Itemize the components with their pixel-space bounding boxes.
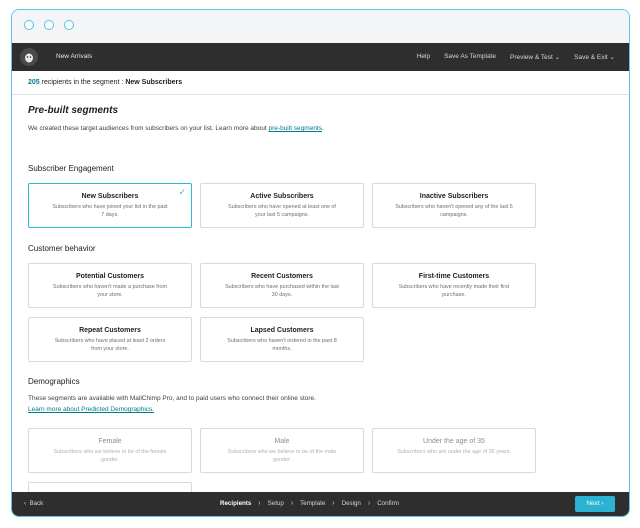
prebuilt-segments-link[interactable]: pre-built segments xyxy=(269,125,322,132)
segment-card-desc: Subscribers who have recently made their… xyxy=(398,284,510,298)
segment-card-desc: Subscribers who are under the age of 35 … xyxy=(397,449,511,455)
segment-card-new-subscribers[interactable]: ✓ New Subscribers Subscribers who have j… xyxy=(28,183,192,228)
step-design[interactable]: Design xyxy=(342,500,361,507)
demographics-intro-text: These segments are available with MailCh… xyxy=(28,393,328,415)
next-label: Next xyxy=(586,500,600,507)
prebuilt-intro-body: We created these target audiences from s… xyxy=(28,125,267,132)
step-confirm[interactable]: Confirm xyxy=(377,500,399,507)
save-exit-dropdown[interactable]: Save & Exit ⌄ xyxy=(574,53,615,61)
prebuilt-segments-heading: Pre-built segments xyxy=(28,105,119,116)
nav-actions: Help Save As Template Preview & Test ⌄ S… xyxy=(417,53,615,61)
recipient-summary-bar: 205 recipients in the segment : New Subs… xyxy=(12,71,629,95)
bottom-step-bar: ‹ Back Recipients › Setup › Template › D… xyxy=(12,492,629,516)
help-link[interactable]: Help xyxy=(417,53,430,61)
segment-card-title: Inactive Subscribers xyxy=(419,193,489,200)
window-close-dot[interactable] xyxy=(24,20,34,30)
segment-card-potential-customers[interactable]: Potential Customers Subscribers who have… xyxy=(28,263,192,308)
segment-card-title: Recent Customers xyxy=(251,273,313,280)
segment-card-active-subscribers[interactable]: Active Subscribers Subscribers who have … xyxy=(200,183,364,228)
step-template[interactable]: Template xyxy=(300,500,325,507)
segment-card-repeat-customers[interactable]: Repeat Customers Subscribers who have pl… xyxy=(28,317,192,362)
main-content: Pre-built segments We created these targ… xyxy=(28,105,588,496)
save-exit-label: Save & Exit xyxy=(574,54,608,61)
segment-card-inactive-subscribers[interactable]: Inactive Subscribers Subscribers who hav… xyxy=(372,183,536,228)
save-as-template-button[interactable]: Save As Template xyxy=(444,53,496,61)
prebuilt-intro-text: We created these target audiences from s… xyxy=(28,125,324,132)
prebuilt-intro-end: . xyxy=(322,125,324,132)
segment-card-desc: Subscribers who haven't made a purchase … xyxy=(53,284,167,298)
back-label: Back xyxy=(29,500,44,507)
segment-card-desc: Subscribers who we believe to be of the … xyxy=(227,449,337,463)
chevron-right-icon: › xyxy=(601,500,604,507)
segment-card-female: Female Subscribers who we believe to be … xyxy=(28,428,192,473)
chevron-left-icon: ‹ xyxy=(24,500,27,507)
next-button[interactable]: Next › xyxy=(575,496,615,512)
segment-card-title: Potential Customers xyxy=(75,273,145,280)
chevron-right-icon: › xyxy=(258,500,261,507)
segment-card-title: Repeat Customers xyxy=(79,327,141,334)
campaign-steps: Recipients › Setup › Template › Design ›… xyxy=(220,500,399,507)
segment-card-title: Lapsed Customers xyxy=(250,327,314,334)
segment-card-title: Female xyxy=(98,438,122,445)
segment-card-desc: Subscribers who have placed at least 2 o… xyxy=(54,338,166,352)
demographics-intro-body: These segments are available with MailCh… xyxy=(28,395,316,402)
chevron-down-icon: ⌄ xyxy=(609,54,615,61)
segment-card-desc: Subscribers who have purchased within th… xyxy=(225,284,339,298)
chevron-right-icon: › xyxy=(367,500,371,507)
step-setup[interactable]: Setup xyxy=(268,500,284,507)
segment-card-title: New Subscribers xyxy=(81,193,139,200)
segment-card-lapsed-customers[interactable]: Lapsed Customers Subscribers who haven't… xyxy=(200,317,364,362)
chevron-right-icon: › xyxy=(290,500,294,507)
segment-card-first-time-customers[interactable]: First-time Customers Subscribers who hav… xyxy=(372,263,536,308)
checkmark-icon: ✓ xyxy=(178,187,186,197)
segment-card-desc: Subscribers who we believe to be of the … xyxy=(53,449,167,463)
segment-card-recent-customers[interactable]: Recent Customers Subscribers who have pu… xyxy=(200,263,364,308)
window-maximize-dot[interactable] xyxy=(64,20,74,30)
demographics-heading: Demographics xyxy=(28,377,80,386)
step-recipients[interactable]: Recipients xyxy=(220,500,251,507)
segment-card-male: Male Subscribers who we believe to be of… xyxy=(200,428,364,473)
back-button[interactable]: ‹ Back xyxy=(24,500,43,507)
selected-segment-name: New Subscribers xyxy=(125,79,183,86)
app-window: New Arrivals Help Save As Template Previ… xyxy=(11,9,630,517)
segment-card-title: Under the age of 35 xyxy=(423,438,485,445)
predicted-demographics-link[interactable]: Learn more about Predicted Demographics. xyxy=(28,406,154,413)
segment-card-title: First-time Customers xyxy=(418,273,490,280)
top-navbar: New Arrivals Help Save As Template Previ… xyxy=(12,43,629,71)
segment-card-under-35: Under the age of 35 Subscribers who are … xyxy=(372,428,536,473)
window-minimize-dot[interactable] xyxy=(44,20,54,30)
customer-behavior-heading: Customer behavior xyxy=(28,244,96,253)
subscriber-engagement-heading: Subscriber Engagement xyxy=(28,164,114,173)
segment-card-desc: Subscribers who haven't opened any of th… xyxy=(395,204,513,218)
preview-test-dropdown[interactable]: Preview & Test ⌄ xyxy=(510,53,560,61)
chevron-right-icon: › xyxy=(332,500,335,507)
campaign-title[interactable]: New Arrivals xyxy=(56,53,92,60)
segment-card-title: Active Subscribers xyxy=(250,193,314,200)
segment-card-title: Male xyxy=(274,438,290,445)
segment-card-desc: Subscribers who have opened at least one… xyxy=(228,204,336,218)
segment-card-desc: Subscribers who have joined your list in… xyxy=(52,204,168,218)
recipient-count: 205 xyxy=(28,79,40,86)
preview-test-label: Preview & Test xyxy=(509,54,553,61)
mailchimp-logo-icon[interactable] xyxy=(20,48,38,66)
chevron-down-icon: ⌄ xyxy=(554,54,561,61)
segment-card-desc: Subscribers who haven't ordered in the p… xyxy=(227,338,337,352)
title-bar xyxy=(12,10,629,43)
recipient-summary-text: recipients in the segment : xyxy=(41,79,124,86)
